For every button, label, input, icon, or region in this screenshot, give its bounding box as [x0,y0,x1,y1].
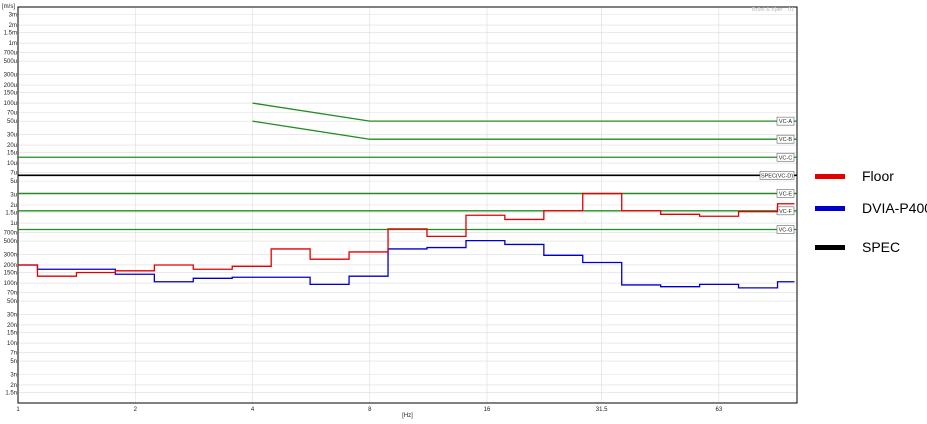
y-tick-label: 5n [10,359,17,365]
y-tick-label: 7n [10,350,17,356]
y-tick-label: 2m [9,23,17,29]
y-tick-label: 700u [4,50,17,56]
criteria-tag-label: VC-C [779,155,792,161]
y-tick-label: 50u [7,119,17,125]
legend-swatch-floor [815,173,845,179]
criteria-tag-label: VC-B [779,137,792,143]
y-tick-label: 2n [10,383,17,389]
y-tick-label: 500n [4,239,17,245]
y-tick-label: 5u [10,179,17,185]
y-tick-label: 1u [10,221,17,227]
x-axis-label: [Hz] [402,413,413,419]
y-tick-label: 2u [10,203,17,209]
y-tick-label: 3u [10,192,17,198]
y-tick-label: 10u [7,161,17,167]
y-tick-label: 100u [4,101,17,107]
y-tick-label: 150u [4,91,17,97]
y-tick-label: 50n [7,299,17,305]
y-tick-label: 15n [7,330,17,336]
criteria-tag-label: VC-G [779,228,793,234]
y-tick-label: 1m [9,41,17,47]
y-tick-label: 300u [4,72,17,78]
vibration-criteria-chart: 3m 2m 1.5m 1m 700u 500u 300u 200u 150u 100u 70u 50u… [2,4,798,419]
legend-item-dvia-p4000: DVIA-P4000 [815,200,927,216]
y-tick-label: 1.5n [5,390,17,396]
chart-root: 3m 2m 1.5m 1m 700u 500u 300u 200u 150u 100u 70u 50u… [0,0,927,419]
y-tick-label: 10n [7,341,17,347]
y-tick-label: 500u [4,59,17,65]
legend-label-spec: SPEC [862,239,901,255]
y-tick-label: 200u [4,83,17,89]
legend-label-dvia-p4000: DVIA-P4000 [862,200,927,216]
y-tick-label: 1.5u [5,210,17,216]
x-tick-label: 8 [368,407,372,413]
legend-swatch-spec [815,244,845,250]
y-tick-label: 3n [10,372,17,378]
x-tick-label: 16 [484,407,491,413]
y-tick-label: 70u [7,110,17,116]
criteria-tag-label: VC-F [779,209,792,215]
y-axis-label: [m/s] [2,4,15,10]
legend-item-floor: Floor [815,168,894,184]
criteria-tag-label: VC-A [779,119,792,125]
y-tick-label: 700n [4,230,17,236]
legend-item-spec: SPEC [815,239,900,255]
y-tick-label: 100n [4,281,17,287]
y-tick-label: 20u [7,143,17,149]
legend-label-floor: Floor [862,168,894,184]
y-tick-label: 30n [7,312,17,318]
y-tick-label: 150n [4,270,17,276]
criteria-tag-label: VC-E [779,191,792,197]
criteria-tag-label: SPEC(VC-D) [761,173,793,179]
legend-swatch-dvia-p4000 [815,205,845,211]
y-tick-label: 1.5m [4,31,17,37]
y-tick-label: 15u [7,151,17,157]
y-tick-label: 70n [7,290,17,296]
x-tick-label: 31.5 [596,407,608,413]
watermark: Brüel & Kjær · 01 [752,7,794,13]
x-tick-label: 63 [715,407,722,413]
x-tick-label: 1 [16,407,20,413]
x-tick-label: 4 [251,407,255,413]
y-tick-label: 3m [9,12,17,18]
x-tick-label: 2 [134,407,138,413]
y-tick-label: 300n [4,252,17,258]
y-tick-label: 7u [10,170,17,176]
y-tick-label: 200n [4,263,17,269]
y-tick-label: 20n [7,323,17,329]
y-tick-label: 30u [7,132,17,138]
